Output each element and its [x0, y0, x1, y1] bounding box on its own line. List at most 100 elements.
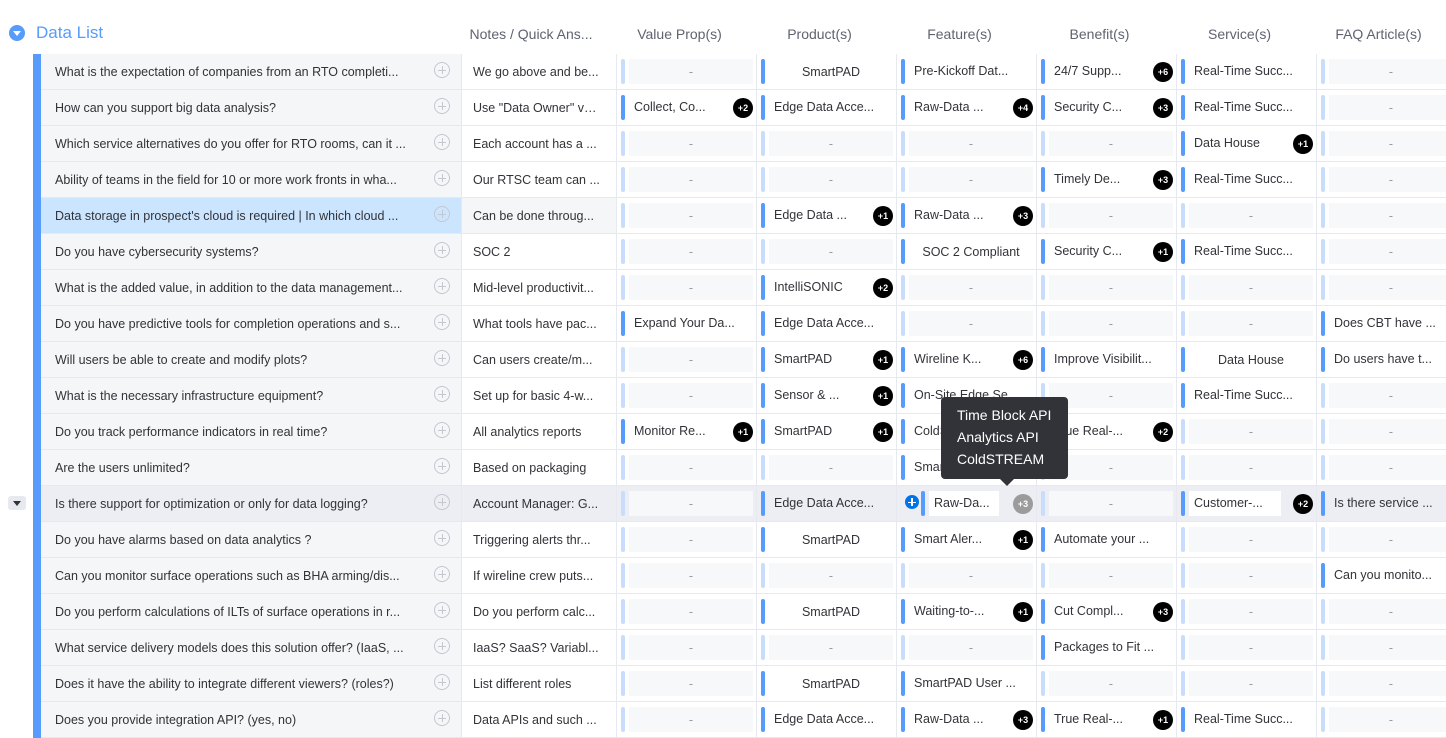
linked-item[interactable]: Do users have t...: [1329, 347, 1446, 372]
linked-item[interactable]: SmartPAD: [769, 419, 861, 444]
connect-boards-cell[interactable]: Real-Time Succ...: [1176, 378, 1317, 413]
item-name[interactable]: Do you have predictive tools for complet…: [55, 316, 427, 332]
linked-item[interactable]: Raw-Data ...: [909, 707, 1001, 732]
connect-boards-cell[interactable]: -: [1036, 486, 1177, 521]
notes-cell[interactable]: If wireline crew puts...: [461, 558, 617, 593]
connect-boards-cell[interactable]: -: [616, 198, 757, 233]
connect-boards-cell[interactable]: Does CBT have ...: [1316, 306, 1446, 341]
connect-boards-cell[interactable]: -: [896, 162, 1037, 197]
linked-item[interactable]: Is there service ...: [1329, 491, 1446, 516]
notes-cell[interactable]: What tools have pac...: [461, 306, 617, 341]
linked-item[interactable]: Sensor & ...: [769, 383, 861, 408]
connect-boards-cell[interactable]: -: [1036, 306, 1177, 341]
linked-item[interactable]: Edge Data Acce...: [769, 311, 893, 336]
item-name-cell[interactable]: How can you support big data analysis?: [41, 90, 461, 125]
more-items-badge[interactable]: +2: [873, 278, 893, 298]
connect-boards-cell[interactable]: Is there service ...: [1316, 486, 1446, 521]
linked-item[interactable]: Does CBT have ...: [1329, 311, 1446, 336]
more-items-badge[interactable]: +3: [1153, 98, 1173, 118]
connect-boards-cell[interactable]: -: [1316, 54, 1446, 89]
more-items-badge[interactable]: +1: [1153, 710, 1173, 730]
column-header[interactable]: Value Prop(s): [611, 25, 748, 43]
column-header[interactable]: FAQ Article(s): [1311, 25, 1446, 43]
connect-boards-cell[interactable]: -: [616, 522, 757, 557]
table-row[interactable]: Are the users unlimited? Based on packagi…: [33, 450, 1446, 486]
group-title[interactable]: Data List: [36, 22, 103, 44]
add-item-icon[interactable]: [905, 495, 919, 509]
more-items-badge[interactable]: +4: [1013, 98, 1033, 118]
table-row[interactable]: Which service alternatives do you offer …: [33, 126, 1446, 162]
item-name-cell[interactable]: What is the expectation of companies fro…: [41, 54, 461, 89]
item-name-cell[interactable]: Do you have predictive tools for complet…: [41, 306, 461, 341]
add-update-icon[interactable]: [434, 458, 450, 474]
add-update-icon[interactable]: [434, 206, 450, 222]
more-items-badge[interactable]: +1: [1013, 530, 1033, 550]
add-update-icon[interactable]: [434, 710, 450, 726]
connect-boards-cell[interactable]: SmartPAD: [756, 54, 897, 89]
linked-item[interactable]: True Real-...: [1049, 707, 1141, 732]
connect-boards-cell[interactable]: Monitor Re... +1: [616, 414, 757, 449]
table-row[interactable]: Can you monitor surface operations such …: [33, 558, 1446, 594]
table-row[interactable]: Will users be able to create and modify …: [33, 342, 1446, 378]
column-header[interactable]: Benefit(s): [1031, 25, 1168, 43]
add-update-icon[interactable]: [434, 530, 450, 546]
connect-boards-cell[interactable]: Sensor & ... +1: [756, 378, 897, 413]
connect-boards-cell[interactable]: Do users have t...: [1316, 342, 1446, 377]
linked-item[interactable]: SmartPAD: [769, 347, 861, 372]
linked-item[interactable]: Wireline K...: [909, 347, 1001, 372]
table-row[interactable]: Do you have alarms based on data analyti…: [33, 522, 1446, 558]
table-row[interactable]: Does you provide integration API? (yes, …: [33, 702, 1446, 738]
connect-boards-cell[interactable]: SmartPAD: [756, 522, 897, 557]
item-name-cell[interactable]: What is the necessary infrastructure equ…: [41, 378, 461, 413]
notes-cell[interactable]: List different roles: [461, 666, 617, 701]
connect-boards-cell[interactable]: Smart Aler... +1: [896, 522, 1037, 557]
linked-item[interactable]: Real-Time Succ...: [1189, 707, 1313, 732]
connect-boards-cell[interactable]: -: [616, 378, 757, 413]
connect-boards-cell[interactable]: -: [1036, 126, 1177, 161]
notes-cell[interactable]: Set up for basic 4-w...: [461, 378, 617, 413]
linked-item[interactable]: SmartPAD: [769, 599, 893, 624]
item-name-cell[interactable]: Is there support for optimization or onl…: [41, 486, 461, 521]
linked-item[interactable]: Timely De...: [1049, 167, 1141, 192]
connect-boards-cell[interactable]: Automate your ...: [1036, 522, 1177, 557]
item-name-cell[interactable]: Do you track performance indicators in r…: [41, 414, 461, 449]
connect-boards-cell[interactable]: -: [616, 234, 757, 269]
linked-item[interactable]: Data House: [1189, 347, 1313, 372]
column-header[interactable]: Product(s): [751, 25, 888, 43]
linked-item[interactable]: Raw-Da...: [929, 491, 999, 516]
notes-cell[interactable]: Our RTSC team can ...: [461, 162, 617, 197]
connect-boards-cell[interactable]: -: [1176, 594, 1317, 629]
more-items-badge[interactable]: +3: [1013, 494, 1033, 514]
connect-boards-cell[interactable]: Collect, Co... +2: [616, 90, 757, 125]
item-name[interactable]: Will users be able to create and modify …: [55, 352, 427, 368]
connect-boards-cell[interactable]: -: [1316, 378, 1446, 413]
more-items-badge[interactable]: +1: [873, 422, 893, 442]
connect-boards-cell[interactable]: -: [756, 234, 897, 269]
item-name-cell[interactable]: What service delivery models does this s…: [41, 630, 461, 665]
notes-cell[interactable]: Do you perform calc...: [461, 594, 617, 629]
table-row[interactable]: What service delivery models does this s…: [33, 630, 1446, 666]
row-menu-icon[interactable]: [8, 496, 26, 510]
item-name[interactable]: Is there support for optimization or onl…: [55, 496, 427, 512]
add-update-icon[interactable]: [434, 98, 450, 114]
more-items-badge[interactable]: +2: [1153, 422, 1173, 442]
connect-boards-cell[interactable]: -: [1316, 198, 1446, 233]
item-name[interactable]: Are the users unlimited?: [55, 460, 427, 476]
item-name-cell[interactable]: Which service alternatives do you offer …: [41, 126, 461, 161]
linked-item[interactable]: Smart Aler...: [909, 527, 1001, 552]
connect-boards-cell[interactable]: Data House: [1176, 342, 1317, 377]
connect-boards-cell[interactable]: Raw-Da... +3: [896, 486, 1037, 521]
column-header[interactable]: Feature(s): [891, 25, 1028, 43]
connect-boards-cell[interactable]: -: [1316, 666, 1446, 701]
table-row[interactable]: How can you support big data analysis? Us…: [33, 90, 1446, 126]
connect-boards-cell[interactable]: Pre-Kickoff Dat...: [896, 54, 1037, 89]
connect-boards-cell[interactable]: -: [896, 270, 1037, 305]
connect-boards-cell[interactable]: -: [1176, 306, 1317, 341]
table-row[interactable]: Do you perform calculations of ILTs of s…: [33, 594, 1446, 630]
notes-cell[interactable]: Data APIs and such ...: [461, 702, 617, 737]
connect-boards-cell[interactable]: -: [616, 126, 757, 161]
table-row[interactable]: Do you have cybersecurity systems? SOC 2 -…: [33, 234, 1446, 270]
add-update-icon[interactable]: [434, 62, 450, 78]
connect-boards-cell[interactable]: -: [1176, 450, 1317, 485]
linked-item[interactable]: Data House: [1189, 131, 1281, 156]
